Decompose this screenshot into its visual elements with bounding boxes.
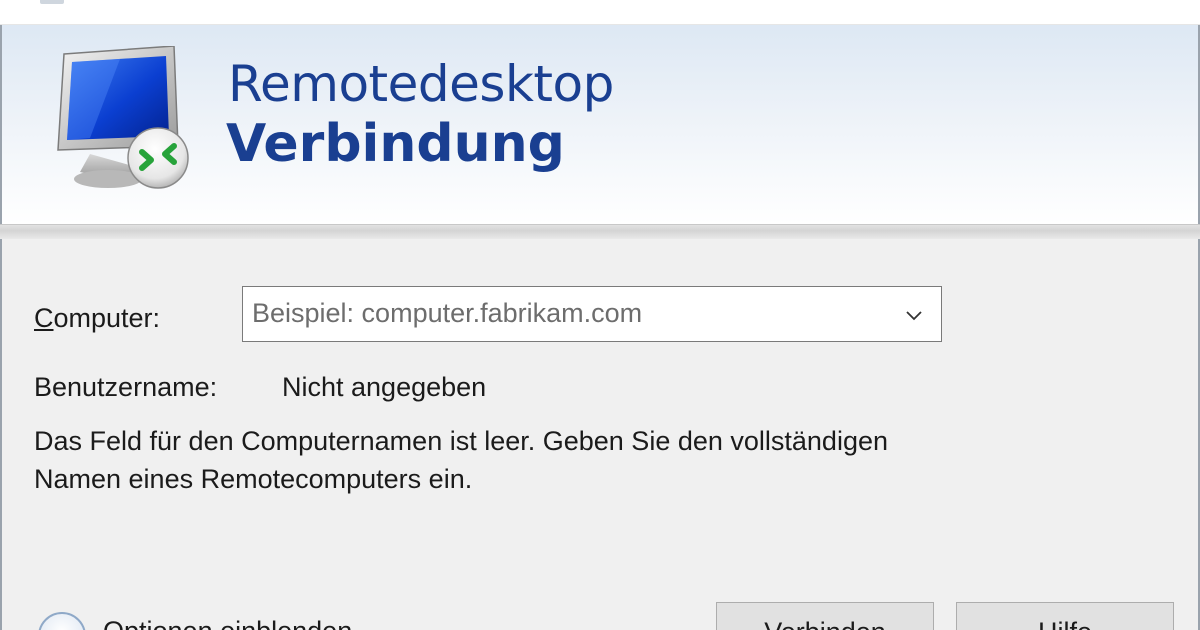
help-button[interactable]: Hilfe: [956, 602, 1174, 630]
computer-combobox[interactable]: Beispiel: computer.fabrikam.com: [242, 286, 942, 342]
remote-desktop-window: Remotedesktop Verbindung Computer: Beisp…: [0, 0, 1200, 630]
computer-input-placeholder[interactable]: Beispiel: computer.fabrikam.com: [252, 298, 642, 329]
show-options-label[interactable]: Optionen einblenden: [103, 616, 352, 630]
title-bar[interactable]: [0, 0, 1200, 25]
computer-label-mnemonic: C: [34, 303, 54, 333]
empty-computer-message: Das Feld für den Computernamen ist leer.…: [34, 426, 888, 494]
computer-label: Computer:: [34, 303, 160, 334]
chevron-down-icon[interactable]: [903, 304, 925, 326]
header-separator: [0, 224, 1200, 240]
connect-button[interactable]: Verbinden: [716, 602, 934, 630]
remote-desktop-monitor-icon: [57, 46, 189, 189]
username-value: Nicht angegeben: [282, 372, 487, 402]
computer-label-text: omputer:: [53, 303, 161, 333]
window-icon: [40, 0, 64, 4]
header-title-line1: Remotedesktop: [228, 55, 614, 113]
header-title-line2: Verbindung: [226, 114, 565, 174]
username-label: Benutzername:: [34, 372, 218, 402]
